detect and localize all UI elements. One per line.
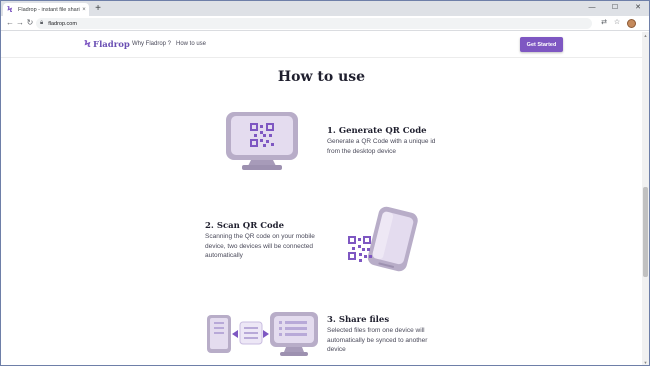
nav-link-how-to-use[interactable]: How to use [176, 41, 206, 47]
step-3-title: 3. Share files [327, 315, 390, 325]
tab-strip: Ϟ Fladrop - instant file sharing × + — ☐… [1, 1, 649, 16]
maximize-button[interactable]: ☐ [604, 1, 626, 16]
step-2-description: Scanning the QR code on your mobile devi… [205, 233, 315, 259]
page-scrollbar[interactable]: ▲ ▼ [642, 32, 649, 365]
address-bar[interactable]: 🔒︎ fladrop.com [36, 18, 592, 29]
new-tab-button[interactable]: + [93, 3, 103, 15]
minimize-button[interactable]: — [581, 1, 603, 16]
scroll-down-arrow-icon[interactable]: ▼ [642, 359, 649, 365]
step-1-description: Generate a QR Code with a unique id from… [327, 138, 436, 155]
step-3-description: Selected files from one device will auto… [327, 327, 428, 353]
profile-avatar[interactable] [627, 19, 636, 28]
browser-toolbar: ← → ↻ 🔒︎ fladrop.com ⇄ ☆ [1, 16, 649, 31]
step-1-title: 1. Generate QR Code [327, 126, 427, 136]
phone-qr-icon [348, 206, 418, 272]
back-button[interactable]: ← [5, 18, 15, 28]
close-tab-icon[interactable]: × [80, 7, 88, 13]
scroll-up-arrow-icon[interactable]: ▲ [642, 32, 649, 39]
get-started-button[interactable]: Get Started [520, 37, 563, 52]
web-page: Ϟ Fladrop Why Fladrop ? How to use Get S… [1, 32, 642, 365]
url-text: fladrop.com [48, 20, 77, 27]
scroll-thumb[interactable] [643, 187, 648, 277]
browser-window: Ϟ Fladrop - instant file sharing × + — ☐… [0, 0, 650, 366]
forward-button[interactable]: → [15, 18, 25, 28]
step-2-title: 2. Scan QR Code [205, 221, 285, 231]
browser-tab[interactable]: Ϟ Fladrop - instant file sharing × [3, 3, 89, 16]
tab-title: Fladrop - instant file sharing [18, 6, 80, 13]
nav-link-why-fladrop[interactable]: Why Fladrop ? [132, 41, 171, 47]
reload-button[interactable]: ↻ [25, 18, 35, 28]
monitor-qr-icon [226, 112, 298, 170]
logo-text: Fladrop [93, 39, 130, 50]
section-title: How to use [277, 69, 366, 85]
translate-icon[interactable]: ⇄ [599, 18, 609, 28]
lightning-icon: Ϟ [84, 39, 92, 50]
sync-devices-icon [207, 312, 318, 356]
bookmark-star-icon[interactable]: ☆ [612, 18, 622, 28]
lock-icon: 🔒︎ [40, 20, 44, 26]
site-header: Ϟ Fladrop Why Fladrop ? How to use Get S… [1, 32, 642, 58]
site-logo[interactable]: Ϟ Fladrop [84, 39, 130, 50]
fladrop-favicon-icon: Ϟ [7, 5, 13, 14]
close-window-button[interactable]: ✕ [627, 1, 649, 16]
